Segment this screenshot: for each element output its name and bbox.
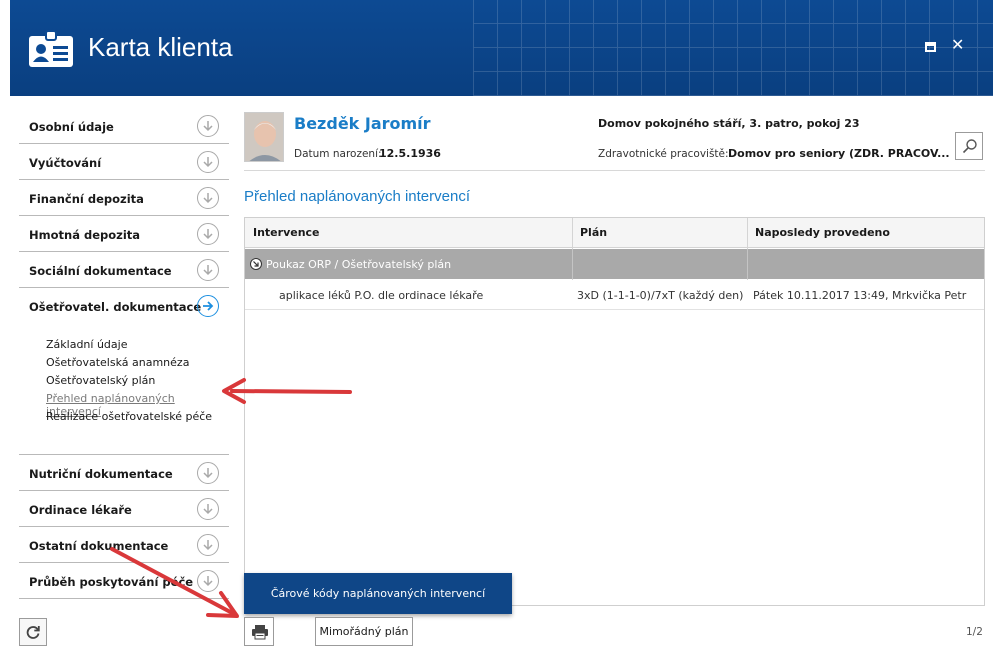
sidebar-item-ostatni-dokumentace[interactable]: Ostatní dokumentace <box>19 527 229 563</box>
search-icon <box>962 139 977 154</box>
header-divider <box>244 170 985 171</box>
client-photo <box>244 112 284 162</box>
nursing-subitems: Základní údaje Ošetřovatelská anamnéza O… <box>19 324 229 455</box>
collapse-group-icon[interactable] <box>250 258 262 270</box>
sidebar-item-ordinace-lekare[interactable]: Ordinace lékaře <box>19 491 229 527</box>
table-row[interactable]: aplikace léků P.O. dle ordinace lékaře 3… <box>245 280 984 310</box>
subitem-osetrovatelsky-plan[interactable]: Ošetřovatelský plán <box>46 374 155 387</box>
chevron-down-circle-icon[interactable] <box>197 498 219 520</box>
cell-intervence: aplikace léků P.O. dle ordinace lékaře <box>279 289 484 302</box>
maximize-icon[interactable] <box>925 42 936 52</box>
column-header-plan[interactable]: Plán <box>580 226 607 239</box>
sidebar-item-osetrovatel-dokumentace[interactable]: Ošetřovatel. dokumentace <box>19 288 229 324</box>
sidebar-item-label: Osobní údaje <box>29 120 114 134</box>
sidebar: Osobní údaje Vyúčtování Finanční depozit… <box>19 108 229 599</box>
group-label: Poukaz ORP / Ošetřovatelský plán <box>266 258 452 271</box>
sidebar-item-label: Hmotná depozita <box>29 228 141 242</box>
sidebar-item-label: Průběh poskytování péče <box>29 575 194 589</box>
sidebar-item-label: Nutriční dokumentace <box>29 467 173 481</box>
cell-naposledy: Pátek 10.11.2017 13:49, Mrkvička Petr <box>753 289 967 302</box>
sidebar-item-label: Ostatní dokumentace <box>29 539 169 553</box>
sidebar-item-label: Finanční depozita <box>29 192 144 206</box>
sidebar-item-socialni-dokumentace[interactable]: Sociální dokumentace <box>19 252 229 288</box>
client-location: Domov pokojného stáří, 3. patro, pokoj 2… <box>598 117 860 130</box>
sidebar-item-label: Vyúčtování <box>29 156 102 170</box>
table-header: Intervence Plán Naposledy provedeno <box>245 218 984 248</box>
chevron-down-circle-icon[interactable] <box>197 462 219 484</box>
page-indicator: 1/2 <box>966 626 983 638</box>
column-separator <box>572 249 573 279</box>
chevron-down-circle-icon[interactable] <box>197 534 219 556</box>
title-bar: Karta klienta <box>10 0 993 96</box>
chevron-down-circle-icon[interactable] <box>197 223 219 245</box>
sidebar-item-vyuctovani[interactable]: Vyúčtování <box>19 144 229 180</box>
sidebar-item-prubeh-pece[interactable]: Průběh poskytování péče <box>19 563 229 599</box>
dob-value: 12.5.1936 <box>379 147 441 160</box>
column-separator <box>747 249 748 279</box>
header-pattern <box>473 0 993 96</box>
arrow-right-circle-icon[interactable] <box>197 295 219 317</box>
printer-icon <box>252 625 268 640</box>
barcodes-button[interactable]: Čárové kódy naplánovaných intervencí <box>244 573 512 614</box>
client-card-icon <box>29 30 73 67</box>
sidebar-item-label: Ošetřovatel. dokumentace <box>29 300 202 314</box>
sidebar-item-nutricni-dokumentace[interactable]: Nutriční dokumentace <box>19 455 229 491</box>
extra-plan-button[interactable]: Mimořádný plán <box>315 617 413 646</box>
refresh-icon <box>26 626 40 639</box>
cell-plan: 3xD (1-1-1-0)/7xT (každý den) <box>577 289 744 302</box>
search-button[interactable] <box>955 132 983 160</box>
sidebar-item-label: Ordinace lékaře <box>29 503 132 517</box>
chevron-down-circle-icon[interactable] <box>197 115 219 137</box>
subitem-zakladni-udaje[interactable]: Základní údaje <box>46 338 127 351</box>
client-card-window: Karta klienta ✕ Osobní údaje Vyúčtování … <box>0 0 1003 663</box>
sidebar-item-hmotna-depozita[interactable]: Hmotná depozita <box>19 216 229 252</box>
chevron-down-circle-icon[interactable] <box>197 570 219 592</box>
client-name: Bezděk Jaromír <box>294 114 431 133</box>
chevron-down-circle-icon[interactable] <box>197 187 219 209</box>
dob-label: Datum narození: <box>294 148 382 160</box>
refresh-button[interactable] <box>19 618 47 646</box>
window-title: Karta klienta <box>88 32 233 62</box>
sidebar-item-financni-depozita[interactable]: Finanční depozita <box>19 180 229 216</box>
sidebar-item-label: Sociální dokumentace <box>29 264 172 278</box>
interventions-table: Intervence Plán Naposledy provedeno Pouk… <box>244 217 985 606</box>
column-header-naposledy[interactable]: Naposledy provedeno <box>755 226 890 239</box>
subitem-osetrovatelska-anamneza[interactable]: Ošetřovatelská anamnéza <box>46 356 189 369</box>
chevron-down-circle-icon[interactable] <box>197 151 219 173</box>
close-icon[interactable]: ✕ <box>951 37 964 53</box>
page-title: Přehled naplánovaných intervencí <box>244 188 470 205</box>
workplace-label: Zdravotnické pracoviště: <box>598 148 729 160</box>
chevron-down-circle-icon[interactable] <box>197 259 219 281</box>
group-row[interactable]: Poukaz ORP / Ošetřovatelský plán <box>245 249 984 279</box>
print-button[interactable] <box>244 617 274 646</box>
column-header-intervence[interactable]: Intervence <box>253 226 320 239</box>
workplace-value: Domov pro seniory (ZDR. PRACOV... <box>728 147 950 160</box>
sidebar-item-osobni-udaje[interactable]: Osobní údaje <box>19 108 229 144</box>
subitem-realizace-pece[interactable]: Realizace ošetřovatelské péče <box>46 410 212 423</box>
